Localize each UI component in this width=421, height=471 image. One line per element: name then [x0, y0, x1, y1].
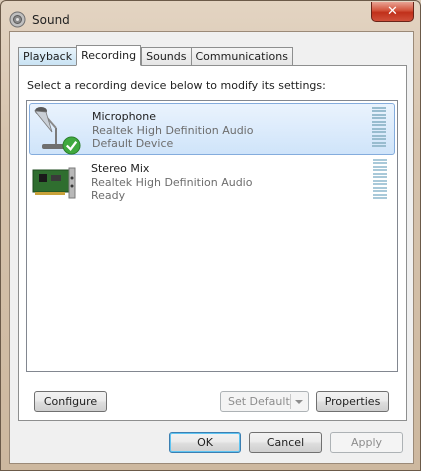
apply-button[interactable]: Apply	[330, 432, 403, 453]
cancel-button[interactable]: Cancel	[249, 432, 322, 453]
check-icon	[62, 136, 81, 155]
ok-button[interactable]: OK	[169, 432, 241, 453]
device-list[interactable]: Microphone Realtek High Definition Audio…	[26, 100, 398, 372]
device-microphone[interactable]: Microphone Realtek High Definition Audio…	[29, 103, 395, 155]
tab-communications[interactable]: Communications	[190, 47, 293, 66]
speaker-icon	[9, 11, 26, 28]
tab-sounds[interactable]: Sounds	[141, 47, 191, 66]
set-default-button[interactable]: Set Default	[220, 391, 309, 412]
set-default-label: Set Default	[228, 395, 290, 408]
tab-strip: Playback Recording Sounds Communications	[18, 45, 293, 66]
sound-card-icon	[32, 167, 76, 199]
close-button[interactable]: ✕	[371, 2, 414, 22]
level-meter	[373, 159, 387, 199]
properties-button[interactable]: Properties	[316, 391, 389, 412]
split-divider	[290, 394, 291, 409]
device-name: Stereo Mix	[91, 162, 150, 175]
level-meter	[372, 107, 386, 147]
device-stereo-mix[interactable]: Stereo Mix Realtek High Definition Audio…	[29, 156, 395, 208]
device-status: Ready	[91, 189, 126, 202]
device-driver: Realtek High Definition Audio	[91, 176, 253, 189]
device-name: Microphone	[92, 110, 157, 123]
sound-dialog: Sound ✕ Playback Recording Sounds Commun…	[0, 0, 421, 471]
tab-playback[interactable]: Playback	[18, 47, 77, 66]
window-title: Sound	[32, 13, 70, 27]
configure-button[interactable]: Configure	[34, 391, 107, 412]
chevron-down-icon[interactable]	[295, 400, 303, 404]
instruction-text: Select a recording device below to modif…	[27, 79, 326, 92]
device-driver: Realtek High Definition Audio	[92, 124, 254, 137]
close-icon: ✕	[387, 4, 398, 19]
tab-recording[interactable]: Recording	[76, 45, 142, 66]
device-status: Default Device	[92, 137, 174, 150]
dialog-body: Playback Recording Sounds Communications…	[9, 31, 414, 464]
